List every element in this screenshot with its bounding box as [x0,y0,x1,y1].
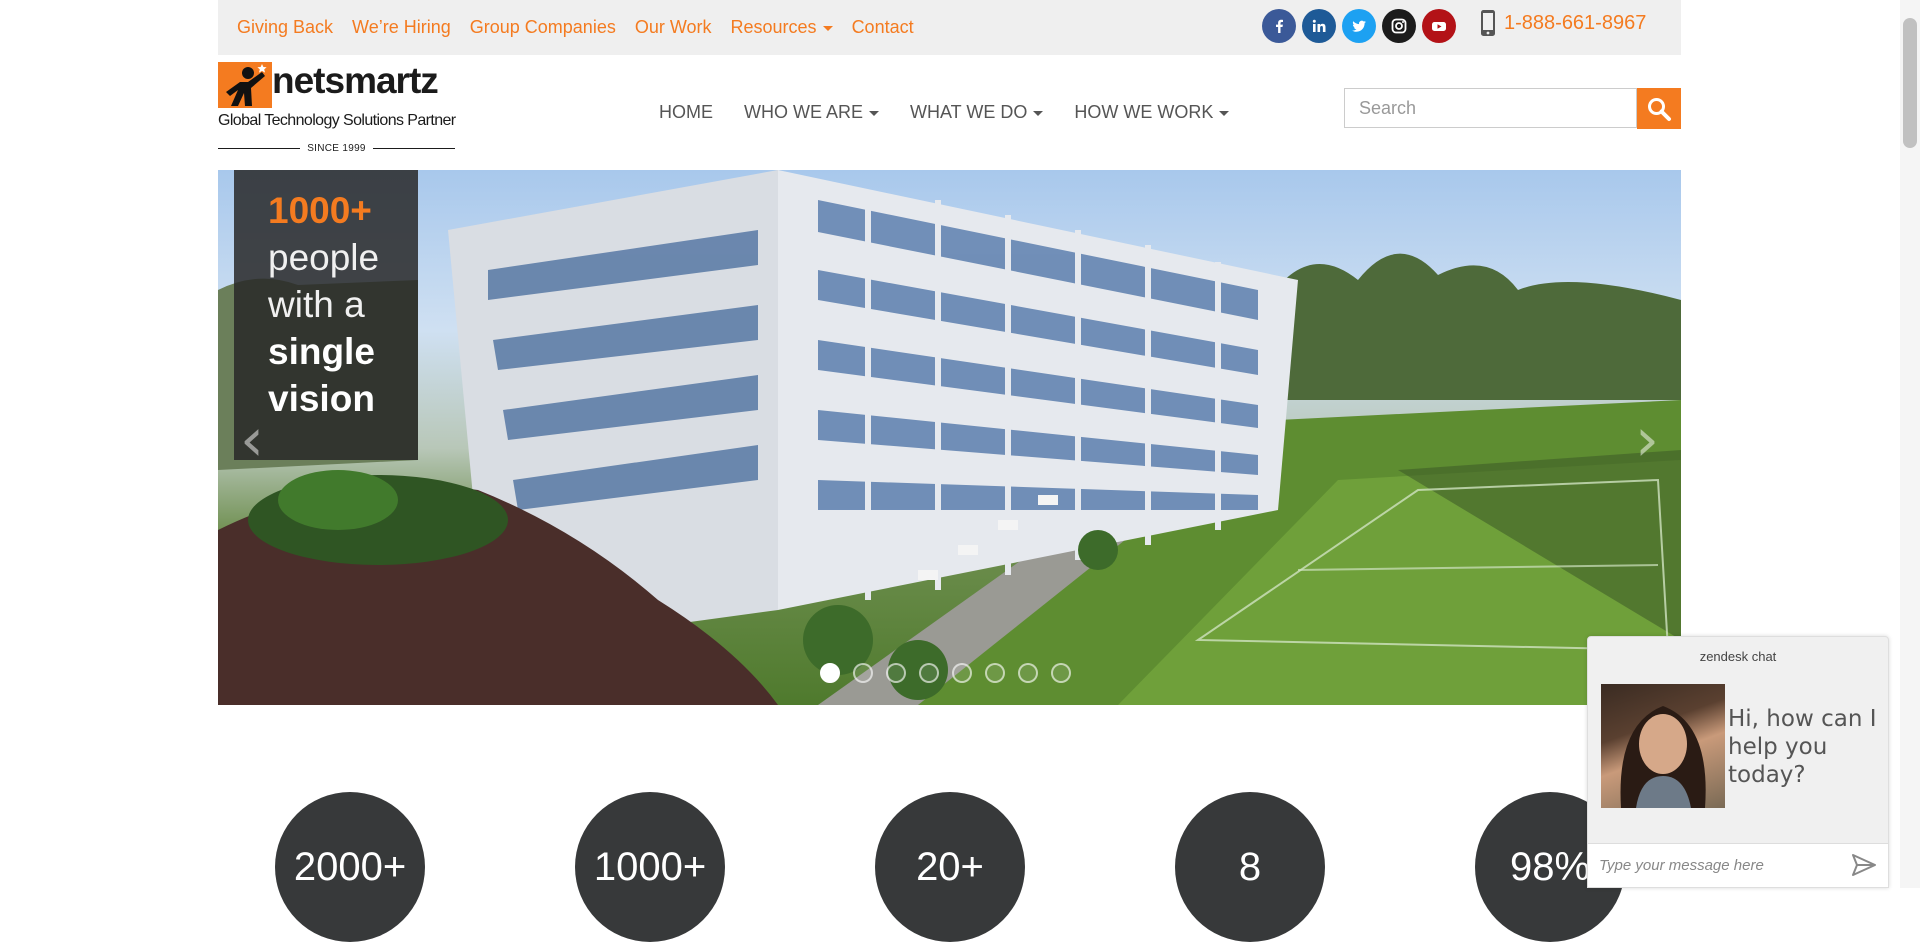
caption-bold-2: vision [268,378,375,419]
carousel-prev-icon[interactable]: ‹ [232,410,272,470]
stat-circle: 1000+ [575,792,725,942]
stat-circle: 20+ [875,792,1025,942]
hero-building-image [218,170,1681,705]
were-hiring-link[interactable]: We’re Hiring [352,17,451,38]
carousel-dot[interactable] [853,663,873,683]
carousel-dot[interactable] [985,663,1005,683]
caption-line-2: with a [268,284,365,325]
carousel-dot[interactable] [1018,663,1038,683]
logo-tagline: Global Technology Solutions Partner [218,112,456,129]
stat-circle: 8 [1175,792,1325,942]
top-links: Giving Back We’re Hiring Group Companies… [237,17,933,38]
facebook-icon[interactable] [1262,9,1296,43]
contact-link[interactable]: Contact [852,17,914,38]
our-work-link[interactable]: Our Work [635,17,712,38]
mobile-phone-icon [1481,10,1495,36]
instagram-icon[interactable] [1382,9,1416,43]
carousel-dot[interactable] [1051,663,1071,683]
chat-greeting: Hi, how can I help you today? [1728,706,1877,788]
nav-who-we-are[interactable]: WHO WE ARE [744,102,880,123]
chat-title: zendesk chat [1699,649,1777,664]
stat-circle: 2000+ [275,792,425,942]
nav-what-we-do[interactable]: WHAT WE DO [910,102,1044,123]
youtube-icon[interactable] [1422,9,1456,43]
carousel-next-icon[interactable]: › [1627,410,1667,470]
social-links [1262,9,1462,43]
linkedin-icon[interactable] [1302,9,1336,43]
chevron-down-icon [869,110,880,116]
main-nav: HOME WHO WE ARE WHAT WE DO HOW WE WORK [659,102,1260,123]
phone-number: 1-888-661-8967 [1504,11,1647,34]
send-icon[interactable] [1852,854,1876,876]
scrollbar-thumb[interactable] [1903,18,1917,148]
stat-value: 1000+ [593,845,707,889]
chevron-down-icon [1033,110,1044,116]
page-scrollbar[interactable] [1900,0,1920,888]
stat-value: 8 [1238,845,1262,889]
twitter-icon[interactable] [1342,9,1376,43]
carousel-indicators [820,663,1084,683]
nav-what-label: WHAT WE DO [910,102,1028,122]
chat-message-input[interactable] [1588,843,1888,887]
logo-since: SINCE 1999 [218,143,455,154]
hero-carousel[interactable]: 1000+ people with a single vision ‹ › [218,170,1681,705]
stat-value: 20+ [916,845,984,889]
netsmartz-logo[interactable]: netsmartz Global Technology Solutions Pa… [218,60,458,160]
caption-number: 1000+ [268,190,372,231]
nav-who-label: WHO WE ARE [744,102,864,122]
search-input[interactable] [1344,88,1637,128]
nav-home[interactable]: HOME [659,102,713,123]
group-companies-link[interactable]: Group Companies [470,17,616,38]
carousel-dot[interactable] [820,663,840,683]
search-icon [1648,97,1671,121]
caption-bold-1: single [268,331,375,372]
top-utility-bar: Giving Back We’re Hiring Group Companies… [218,0,1681,55]
chevron-down-icon [822,25,833,31]
logo-figure-icon [218,62,272,108]
nav-how-we-work[interactable]: HOW WE WORK [1074,102,1230,123]
carousel-dot[interactable] [919,663,939,683]
nav-how-label: HOW WE WORK [1074,102,1214,122]
chat-widget: zendesk chat Hi, how can I help you toda… [1587,636,1889,888]
stat-value: 98% [1509,845,1591,889]
resources-label: Resources [730,17,817,37]
carousel-dot[interactable] [952,663,972,683]
giving-back-link[interactable]: Giving Back [237,17,333,38]
search-button[interactable] [1637,88,1681,129]
since-label: SINCE 1999 [307,143,366,154]
stat-value: 2000+ [293,845,407,889]
chevron-down-icon [1219,110,1230,116]
logo-wordmark: netsmartz [272,60,439,101]
resources-dropdown[interactable]: Resources [731,17,833,38]
caption-line-1: people [268,237,380,278]
carousel-dot[interactable] [886,663,906,683]
phone-contact[interactable]: 1-888-661-8967 [1480,9,1646,37]
agent-avatar [1601,684,1725,808]
